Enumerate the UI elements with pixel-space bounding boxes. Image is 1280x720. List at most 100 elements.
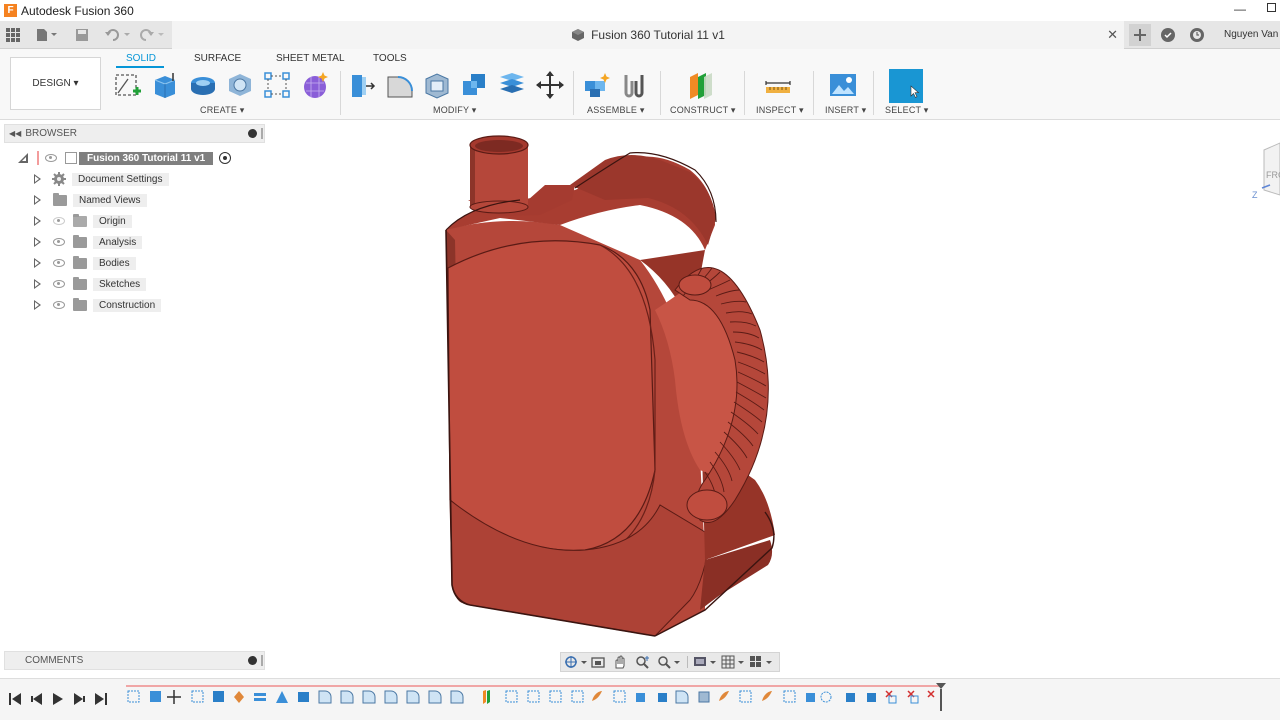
browser-item-named-views[interactable]: Named Views: [34, 192, 147, 208]
view-cube[interactable]: FRO Z: [1252, 142, 1280, 200]
modify-group-label[interactable]: MODIFY ▾: [433, 105, 476, 116]
orbit-icon[interactable]: [564, 655, 588, 669]
browser-item-construction[interactable]: Construction: [34, 297, 162, 313]
browser-root-row[interactable]: Fusion 360 Tutorial 11 v1: [17, 150, 232, 166]
expand-arrow-icon[interactable]: [34, 216, 41, 226]
grid-icon[interactable]: [6, 27, 20, 43]
tab-sheet-metal[interactable]: SHEET METAL: [276, 53, 345, 64]
clock-icon[interactable]: [1187, 25, 1207, 45]
extrude-icon[interactable]: [151, 71, 179, 99]
expand-arrow-icon[interactable]: [34, 279, 41, 289]
fit-icon[interactable]: [657, 655, 681, 669]
maximize-button[interactable]: [1267, 3, 1276, 12]
browser-root-label[interactable]: Fusion 360 Tutorial 11 v1: [79, 151, 214, 165]
inspect-group-label[interactable]: INSPECT ▾: [756, 105, 804, 116]
tab-tools[interactable]: TOOLS: [373, 53, 407, 64]
grid-settings-icon[interactable]: [721, 655, 745, 669]
insert-canvas-icon[interactable]: [829, 71, 857, 99]
collapse-browser-icon[interactable]: ◀◀: [9, 129, 21, 138]
timeline-features[interactable]: [126, 689, 936, 707]
joint-icon[interactable]: [620, 71, 648, 99]
assemble-group-label[interactable]: ASSEMBLE ▾: [587, 105, 645, 116]
3d-viewport[interactable]: FRO Z: [265, 120, 1280, 650]
ribbon-separator: [813, 71, 814, 115]
fillet-icon[interactable]: [386, 71, 414, 99]
display-settings-icon[interactable]: [693, 655, 717, 669]
save-icon[interactable]: [75, 27, 89, 43]
press-pull-icon[interactable]: [348, 71, 376, 99]
close-tab-icon[interactable]: ✕: [1107, 27, 1118, 43]
component-icon: [572, 29, 585, 41]
offset-plane-icon[interactable]: [687, 71, 715, 99]
create-group-label[interactable]: CREATE ▾: [200, 105, 244, 116]
browser-item-sketches[interactable]: Sketches: [34, 276, 147, 292]
expand-arrow-icon[interactable]: [34, 237, 41, 247]
document-tab[interactable]: Fusion 360 Tutorial 11 v1 ✕: [172, 21, 1124, 49]
zoom-icon[interactable]: [635, 655, 651, 669]
hidden-eye-icon[interactable]: [53, 217, 65, 225]
expand-arrow-icon[interactable]: [34, 300, 41, 310]
align-icon[interactable]: [498, 71, 526, 99]
create-form-icon[interactable]: [301, 71, 329, 99]
browser-item-bodies[interactable]: Bodies: [34, 255, 136, 271]
visibility-eye-icon[interactable]: [53, 238, 65, 246]
workspace-switcher[interactable]: DESIGN ▾: [10, 57, 101, 110]
tab-solid[interactable]: SOLID: [126, 53, 156, 64]
insert-group-label[interactable]: INSERT ▾: [825, 105, 866, 116]
timeline-track[interactable]: [126, 685, 941, 687]
add-comment-icon[interactable]: [248, 656, 257, 665]
timeline-marker[interactable]: [935, 683, 947, 713]
combine-icon[interactable]: [461, 71, 489, 99]
active-indicator: [37, 151, 39, 165]
pan-icon[interactable]: [613, 655, 627, 669]
browser-resize-handle[interactable]: [261, 128, 263, 139]
visibility-eye-icon[interactable]: [53, 301, 65, 309]
browser-pin-icon[interactable]: [248, 129, 257, 138]
step-forward-icon[interactable]: [72, 692, 86, 706]
select-icon[interactable]: [889, 69, 923, 103]
timeline-feature-icons[interactable]: [127, 690, 935, 704]
look-at-icon[interactable]: [591, 655, 605, 669]
collapse-triangle-icon[interactable]: [17, 152, 29, 164]
browser-item-document-settings[interactable]: Document Settings: [34, 171, 169, 187]
revolve-icon[interactable]: [189, 71, 217, 99]
construct-group-label[interactable]: CONSTRUCT ▾: [670, 105, 736, 116]
browser-item-origin[interactable]: Origin: [34, 213, 132, 229]
visibility-eye-icon[interactable]: [45, 154, 57, 162]
rectangular-pattern-icon[interactable]: [263, 71, 291, 99]
measure-icon[interactable]: [764, 71, 792, 99]
move-copy-icon[interactable]: [536, 71, 564, 99]
select-group-label[interactable]: SELECT ▾: [885, 105, 928, 116]
browser-header[interactable]: ◀◀ BROWSER: [4, 124, 265, 143]
step-back-icon[interactable]: [30, 692, 44, 706]
expand-arrow-icon[interactable]: [34, 195, 41, 205]
visibility-eye-icon[interactable]: [53, 280, 65, 288]
go-to-end-icon[interactable]: [94, 692, 108, 706]
spout: [469, 135, 529, 214]
browser-item-analysis[interactable]: Analysis: [34, 234, 143, 250]
user-name[interactable]: Nguyen Van: [1224, 29, 1278, 40]
document-icon: [65, 152, 77, 164]
go-to-start-icon[interactable]: [8, 692, 22, 706]
jerry-can-model[interactable]: [445, 135, 775, 637]
expand-arrow-icon[interactable]: [34, 174, 41, 184]
tab-surface[interactable]: SURFACE: [194, 53, 241, 64]
new-component-icon[interactable]: [583, 71, 611, 99]
viewports-icon[interactable]: [749, 655, 775, 669]
comments-panel[interactable]: COMMENTS: [4, 651, 265, 670]
new-tab-icon[interactable]: [1129, 24, 1151, 46]
file-icon[interactable]: [36, 27, 58, 43]
view-cube-label: FRO: [1266, 170, 1280, 180]
hole-icon[interactable]: [226, 71, 254, 99]
visibility-eye-icon[interactable]: [53, 259, 65, 267]
redo-icon[interactable]: [140, 27, 168, 43]
activate-radio-icon[interactable]: [219, 152, 232, 164]
undo-icon[interactable]: [104, 27, 132, 43]
minimize-button[interactable]: —: [1234, 2, 1246, 16]
create-sketch-icon[interactable]: [114, 71, 142, 99]
comments-resize-handle[interactable]: [261, 655, 263, 666]
expand-arrow-icon[interactable]: [34, 258, 41, 268]
shell-icon[interactable]: [423, 71, 451, 99]
job-status-icon[interactable]: [1158, 25, 1178, 45]
play-icon[interactable]: [51, 692, 65, 706]
